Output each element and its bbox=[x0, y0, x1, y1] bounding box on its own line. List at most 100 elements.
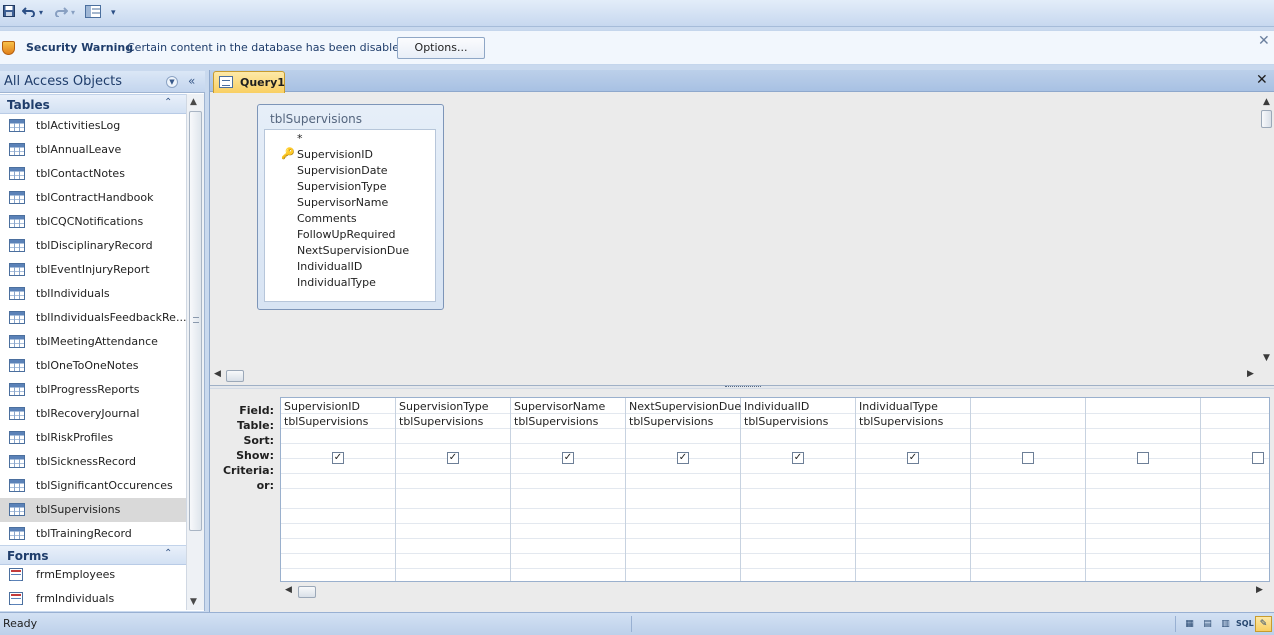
show-checkbox[interactable] bbox=[1137, 452, 1149, 464]
show-checkbox[interactable]: ✓ bbox=[907, 452, 919, 464]
nav-item-table[interactable]: tblMeetingAttendance bbox=[0, 330, 186, 354]
scroll-down-icon[interactable]: ▼ bbox=[1263, 353, 1270, 363]
field-cell[interactable]: SupervisionID bbox=[284, 400, 360, 413]
nav-item-form[interactable]: frmIndividuals bbox=[0, 587, 186, 611]
nav-item-table[interactable]: tblContractHandbook bbox=[0, 186, 186, 210]
field-list-window[interactable]: tblSupervisions 🔑 * SupervisionID Supervis… bbox=[257, 104, 444, 310]
grid-column[interactable]: IndividualID tblSupervisions ✓ bbox=[741, 398, 856, 581]
grid-column[interactable] bbox=[971, 398, 1086, 581]
nav-item-table[interactable]: tblContactNotes bbox=[0, 162, 186, 186]
collapse-group-icon[interactable]: ⌃ bbox=[164, 97, 172, 108]
grid-column[interactable]: IndividualType tblSupervisions ✓ bbox=[856, 398, 971, 581]
scroll-thumb[interactable] bbox=[189, 111, 202, 531]
field-list-item[interactable]: SupervisionID bbox=[297, 148, 373, 161]
field-list-item[interactable]: Comments bbox=[297, 212, 357, 225]
field-list-item[interactable]: SupervisionType bbox=[297, 180, 387, 193]
show-checkbox[interactable] bbox=[1022, 452, 1034, 464]
query-design-grid[interactable]: SupervisionID tblSupervisions ✓ Supervision… bbox=[280, 397, 1270, 582]
undo-dropdown-icon[interactable]: ▾ bbox=[39, 5, 43, 21]
chevron-down-icon[interactable]: ▼ bbox=[166, 76, 178, 88]
nav-pane-header[interactable]: All Access Objects ▼ « bbox=[0, 71, 205, 93]
table-cell[interactable]: tblSupervisions bbox=[514, 415, 598, 428]
field-list-item[interactable]: FollowUpRequired bbox=[297, 228, 396, 241]
scroll-thumb[interactable] bbox=[1261, 110, 1272, 128]
nav-item-table[interactable]: tblActivitiesLog bbox=[0, 114, 186, 138]
nav-item-table[interactable]: tblCQCNotifications bbox=[0, 210, 186, 234]
grid-column[interactable] bbox=[1086, 398, 1201, 581]
view-icon[interactable] bbox=[85, 5, 101, 21]
field-list-item[interactable]: IndividualID bbox=[297, 260, 362, 273]
nav-item-table[interactable]: tblRiskProfiles bbox=[0, 426, 186, 450]
group-header-tables[interactable]: Tables ⌃ bbox=[0, 94, 186, 114]
upper-horizontal-scrollbar[interactable]: ◀ ▶ bbox=[210, 368, 1258, 384]
grid-horizontal-scrollbar[interactable]: ◀ ▶ bbox=[280, 584, 1270, 600]
field-cell[interactable]: NextSupervisionDue bbox=[629, 400, 741, 413]
grid-column[interactable]: SupervisionType tblSupervisions ✓ bbox=[396, 398, 511, 581]
show-checkbox[interactable]: ✓ bbox=[332, 452, 344, 464]
nav-item-table[interactable]: tblSicknessRecord bbox=[0, 450, 186, 474]
show-checkbox[interactable]: ✓ bbox=[677, 452, 689, 464]
nav-scrollbar[interactable]: ▲ ▼ bbox=[186, 94, 204, 610]
collapse-group-icon[interactable]: ⌃ bbox=[164, 548, 172, 559]
table-cell[interactable]: tblSupervisions bbox=[744, 415, 828, 428]
pivotchart-view-icon[interactable]: ▥ bbox=[1217, 616, 1234, 632]
nav-item-form[interactable]: frmEmployees bbox=[0, 563, 186, 587]
scroll-right-icon[interactable]: ▶ bbox=[1247, 369, 1254, 379]
scroll-thumb[interactable] bbox=[226, 370, 244, 382]
scroll-left-icon[interactable]: ◀ bbox=[285, 585, 292, 595]
group-header-forms[interactable]: Forms ⌃ bbox=[0, 545, 186, 565]
pane-splitter[interactable] bbox=[210, 385, 1274, 389]
scroll-right-icon[interactable]: ▶ bbox=[1256, 585, 1263, 595]
undo-icon[interactable] bbox=[21, 5, 36, 21]
table-cell[interactable]: tblSupervisions bbox=[629, 415, 713, 428]
nav-item-table[interactable]: tblSupervisions bbox=[0, 498, 186, 522]
scroll-left-icon[interactable]: ◀ bbox=[214, 369, 221, 379]
field-list-item[interactable]: * bbox=[297, 132, 303, 145]
nav-item-table[interactable]: tblIndividuals bbox=[0, 282, 186, 306]
grid-column[interactable]: SupervisorName tblSupervisions ✓ bbox=[511, 398, 626, 581]
nav-item-table[interactable]: tblAnnualLeave bbox=[0, 138, 186, 162]
field-list-title[interactable]: tblSupervisions bbox=[270, 112, 362, 126]
nav-item-table[interactable]: tblOneToOneNotes bbox=[0, 354, 186, 378]
scroll-down-icon[interactable]: ▼ bbox=[190, 597, 197, 607]
table-cell[interactable]: tblSupervisions bbox=[859, 415, 943, 428]
scroll-thumb[interactable] bbox=[298, 586, 316, 598]
scroll-up-icon[interactable]: ▲ bbox=[190, 97, 197, 107]
show-checkbox[interactable]: ✓ bbox=[792, 452, 804, 464]
close-icon[interactable]: ✕ bbox=[1258, 33, 1270, 49]
show-checkbox[interactable] bbox=[1252, 452, 1264, 464]
grid-column[interactable]: NextSupervisionDue tblSupervisions ✓ bbox=[626, 398, 741, 581]
save-icon[interactable] bbox=[3, 5, 15, 21]
field-cell[interactable]: IndividualType bbox=[859, 400, 938, 413]
field-cell[interactable]: SupervisionType bbox=[399, 400, 489, 413]
options-button[interactable]: Options... bbox=[397, 37, 485, 59]
pivottable-view-icon[interactable]: ▤ bbox=[1199, 616, 1216, 632]
nav-item-table[interactable]: tblSignificantOccurences bbox=[0, 474, 186, 498]
field-list-item[interactable]: SupervisorName bbox=[297, 196, 388, 209]
datasheet-view-icon[interactable]: ▦ bbox=[1181, 616, 1198, 632]
grid-column[interactable] bbox=[1201, 398, 1269, 581]
nav-item-table[interactable]: tblProgressReports bbox=[0, 378, 186, 402]
field-cell[interactable]: IndividualID bbox=[744, 400, 809, 413]
upper-vertical-scrollbar[interactable]: ▲ ▼ bbox=[1258, 95, 1274, 365]
show-checkbox[interactable]: ✓ bbox=[447, 452, 459, 464]
close-document-icon[interactable]: ✕ bbox=[1256, 72, 1268, 88]
nav-item-table[interactable]: tblDisciplinaryRecord bbox=[0, 234, 186, 258]
nav-item-table[interactable]: tblRecoveryJournal bbox=[0, 402, 186, 426]
tab-query1[interactable]: Query1 bbox=[213, 71, 285, 93]
nav-item-table[interactable]: tblTrainingRecord bbox=[0, 522, 186, 546]
field-cell[interactable]: SupervisorName bbox=[514, 400, 605, 413]
design-view-icon[interactable]: ✎ bbox=[1255, 616, 1272, 632]
field-list-item[interactable]: IndividualType bbox=[297, 276, 376, 289]
table-cell[interactable]: tblSupervisions bbox=[399, 415, 483, 428]
nav-item-table[interactable]: tblIndividualsFeedbackRe... bbox=[0, 306, 186, 330]
shutter-bar-collapse-icon[interactable]: « bbox=[188, 74, 195, 88]
customize-qat-icon[interactable]: ▾ bbox=[111, 5, 116, 21]
table-cell[interactable]: tblSupervisions bbox=[284, 415, 368, 428]
field-list-item[interactable]: NextSupervisionDue bbox=[297, 244, 409, 257]
grid-column[interactable]: SupervisionID tblSupervisions ✓ bbox=[281, 398, 396, 581]
field-list-item[interactable]: SupervisionDate bbox=[297, 164, 388, 177]
show-checkbox[interactable]: ✓ bbox=[562, 452, 574, 464]
sql-view-button[interactable]: SQL bbox=[1235, 616, 1254, 632]
nav-item-table[interactable]: tblEventInjuryReport bbox=[0, 258, 186, 282]
